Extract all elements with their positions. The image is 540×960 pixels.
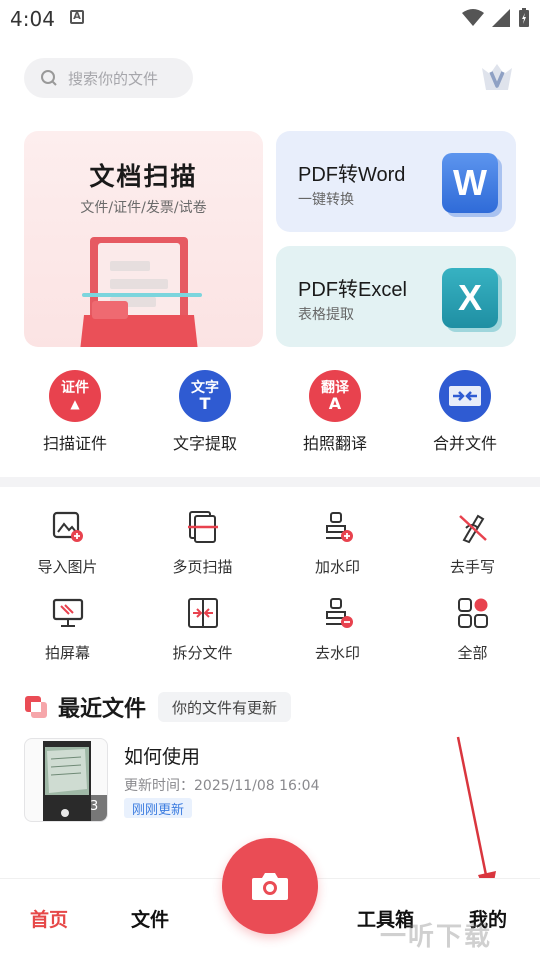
recent-files-logo-icon: [25, 696, 47, 718]
section-divider: [0, 477, 540, 487]
file-thumbnail: 3: [24, 738, 108, 822]
battery-icon: [519, 8, 529, 27]
doc-scan-card[interactable]: 文档扫描 文件/证件/发票/试卷: [24, 131, 263, 347]
pdf-to-word-card[interactable]: PDF转Word 一键转换 W: [276, 131, 516, 232]
tool-all[interactable]: 全部: [405, 596, 540, 682]
add-watermark-icon: [325, 512, 353, 542]
tool-label: 全部: [457, 644, 488, 662]
file-page-count: 3: [90, 799, 99, 814]
tools-grid: 导入图片 多页扫描 加水印 去手写 拍屏幕 拆分文件 去水印 全部: [0, 510, 540, 682]
doc-scan-title: 文档扫描: [89, 162, 198, 191]
search-icon: [41, 70, 57, 86]
text-extract-icon: 文字 T: [179, 370, 231, 422]
tool-multi-page-scan[interactable]: 多页扫描: [135, 510, 270, 596]
quick-action-label: 文字提取: [172, 434, 237, 453]
pdf-to-word-subtitle: 一键转换: [298, 192, 354, 208]
text-extract-icon-glyph: T: [199, 394, 211, 413]
scanner-illustration-icon: [80, 237, 202, 347]
quick-action-label: 拍照翻译: [302, 434, 367, 453]
all-tools-icon: [457, 598, 488, 628]
status-bar: 4:04 A: [0, 0, 540, 36]
tool-label: 导入图片: [37, 558, 98, 576]
pdf-to-excel-subtitle: 表格提取: [298, 307, 354, 323]
quick-action-label: 扫描证件: [42, 434, 107, 453]
tab-home[interactable]: 首页: [30, 905, 68, 932]
remove-watermark-icon: [325, 598, 353, 628]
site-watermark: 一听下载: [380, 922, 493, 952]
merge-icon: [439, 370, 491, 422]
remove-handwriting-icon: [458, 514, 487, 544]
tool-add-watermark[interactable]: 加水印: [270, 510, 405, 596]
tool-label: 多页扫描: [172, 558, 233, 576]
recent-update-tag: 你的文件有更新: [158, 692, 292, 722]
split-file-icon: [187, 598, 218, 628]
shoot-screen-icon: [52, 598, 83, 627]
tool-shoot-screen[interactable]: 拍屏幕: [0, 596, 135, 682]
tool-label: 拍屏幕: [44, 644, 90, 662]
camera-icon: [252, 873, 288, 900]
quick-action-text-extract[interactable]: 文字 T 文字提取: [145, 370, 265, 456]
pdf-to-excel-title: PDF转Excel: [298, 279, 407, 301]
camera-button[interactable]: [222, 838, 318, 934]
signal-icon: [492, 9, 510, 27]
pdf-to-word-title: PDF转Word: [298, 164, 406, 186]
doc-scan-subtitle: 文件/证件/发票/试卷: [80, 200, 207, 216]
tool-label: 拆分文件: [172, 644, 233, 662]
status-time: 4:04: [10, 7, 55, 31]
id-card-icon: 证件 ▲: [49, 370, 101, 422]
tab-files[interactable]: 文件: [131, 905, 169, 932]
file-name: 如何使用: [124, 746, 201, 768]
vip-crown-icon[interactable]: [478, 58, 516, 96]
tool-label: 去手写: [449, 558, 495, 576]
tool-remove-handwriting[interactable]: 去手写: [405, 510, 540, 596]
tool-remove-watermark[interactable]: 去水印: [270, 596, 405, 682]
recent-files-title: 最近文件: [58, 697, 147, 722]
excel-icon: X: [442, 268, 498, 328]
translate-icon: 翻译 A: [309, 370, 361, 422]
file-updated-time: 更新时间：2025/11/08 16:04: [124, 778, 320, 794]
system-icons: [462, 8, 530, 28]
tool-import-image[interactable]: 导入图片: [0, 510, 135, 596]
quick-actions-row: 证件 ▲ 扫描证件 文字 T 文字提取 翻译 A 拍照翻译 合并文件: [0, 370, 540, 456]
tool-split-file[interactable]: 拆分文件: [135, 596, 270, 682]
search-bar[interactable]: 搜索你的文件: [24, 58, 193, 98]
quick-action-merge-files[interactable]: 合并文件: [405, 370, 525, 456]
quick-action-scan-id[interactable]: 证件 ▲ 扫描证件: [15, 370, 135, 456]
wifi-icon: [462, 9, 484, 26]
import-image-icon: [52, 511, 83, 542]
translate-icon-glyph: A: [328, 394, 342, 413]
id-card-icon-text: 证件: [61, 380, 89, 396]
tool-label: 去水印: [314, 644, 360, 662]
quick-action-label: 合并文件: [432, 434, 497, 453]
file-updated-chip: 刚刚更新: [124, 798, 193, 818]
search-placeholder: 搜索你的文件: [68, 69, 159, 88]
quick-action-photo-translate[interactable]: 翻译 A 拍照翻译: [275, 370, 395, 456]
word-icon: W: [442, 153, 498, 213]
pdf-to-excel-card[interactable]: PDF转Excel 表格提取 X: [276, 246, 516, 347]
tool-label: 加水印: [314, 558, 360, 576]
notification-a-icon: A: [70, 10, 84, 24]
multi-page-scan-icon: [187, 511, 218, 543]
recent-files-header: 最近文件 你的文件有更新: [24, 690, 292, 724]
